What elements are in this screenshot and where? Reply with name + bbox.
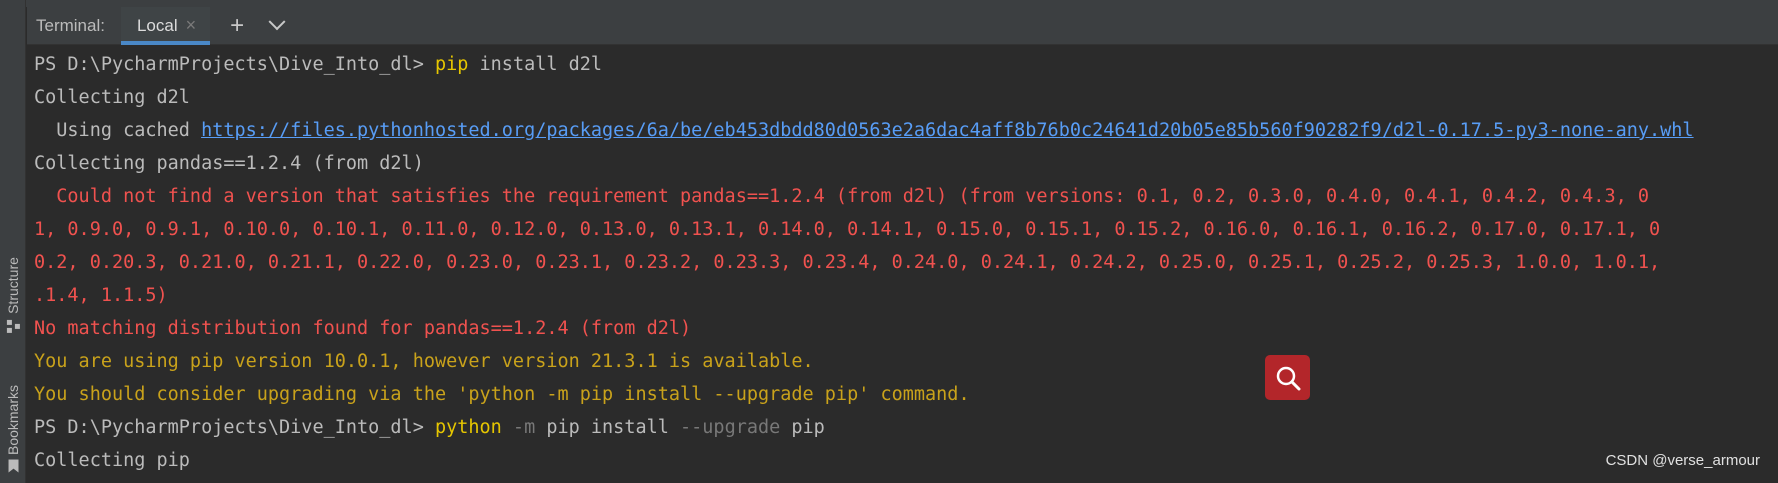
chevron-down-icon	[268, 12, 286, 30]
command-name: python	[434, 417, 502, 438]
warning-line: You are using pip version 10.0.1, howeve…	[34, 351, 814, 372]
command-args: pip install	[535, 417, 669, 438]
bookmarks-tab-label: Bookmarks	[5, 384, 21, 455]
command-args: pip	[780, 417, 825, 438]
sessions-dropdown-button[interactable]	[264, 12, 290, 39]
prompt: PS D:\PycharmProjects\Dive_Into_dl>	[34, 54, 435, 75]
prompt: PS D:\PycharmProjects\Dive_Into_dl>	[34, 417, 435, 438]
watermark: CSDN @verse_armour	[1605, 452, 1760, 469]
terminal-line: PS D:\PycharmProjects\Dive_Into_dl> pyth…	[34, 411, 1778, 444]
error-line: 1, 0.9.0, 0.9.1, 0.10.0, 0.10.1, 0.11.0,…	[34, 219, 1661, 240]
bookmark-icon	[8, 459, 18, 472]
command-flag: -m	[501, 417, 536, 438]
close-icon[interactable]: ×	[186, 15, 197, 36]
search-button[interactable]	[1265, 355, 1310, 400]
error-line: Could not find a version that satisfies …	[34, 186, 1650, 207]
tab-local[interactable]: Local ×	[120, 6, 211, 45]
terminal-line: Using cached https://files.pythonhosted.…	[34, 114, 1778, 147]
error-line: No matching distribution found for panda…	[34, 318, 692, 339]
structure-tab-label: Structure	[5, 257, 21, 314]
line-prefix: Using cached	[34, 120, 202, 141]
command-args: install d2l	[468, 54, 603, 75]
search-icon	[1276, 366, 1300, 390]
bookmarks-tool-tab[interactable]: Bookmarks	[0, 372, 26, 483]
error-line: 0.2, 0.20.3, 0.21.0, 0.21.1, 0.22.0, 0.2…	[34, 252, 1661, 273]
warning-line: You should consider upgrading via the 'p…	[34, 384, 970, 405]
terminal-tab-bar: Terminal: Local × +	[27, 6, 1778, 45]
plus-icon: +	[230, 11, 245, 39]
tab-local-label: Local	[136, 15, 178, 35]
command-name: pip	[434, 54, 469, 75]
command-flag: --upgrade	[668, 417, 781, 438]
terminal-line: PS D:\PycharmProjects\Dive_Into_dl> pip …	[34, 48, 1778, 81]
new-session-button[interactable]: +	[224, 13, 250, 39]
error-line: .1.4, 1.1.5)	[34, 285, 168, 306]
terminal-line: Collecting pip	[34, 450, 190, 471]
structure-tool-tab[interactable]: Structure	[0, 245, 26, 345]
terminal-line: Collecting pandas==1.2.4 (from d2l)	[34, 153, 424, 174]
terminal-line: Collecting d2l	[34, 87, 190, 108]
terminal-title: Terminal:	[36, 15, 105, 35]
top-strip	[0, 0, 1778, 7]
left-tool-strip: Structure Bookmarks	[0, 0, 26, 483]
structure-icon	[6, 319, 20, 333]
package-url-link[interactable]: https://files.pythonhosted.org/packages/…	[201, 120, 1693, 141]
terminal-output[interactable]: PS D:\PycharmProjects\Dive_Into_dl> pip …	[27, 45, 1778, 483]
